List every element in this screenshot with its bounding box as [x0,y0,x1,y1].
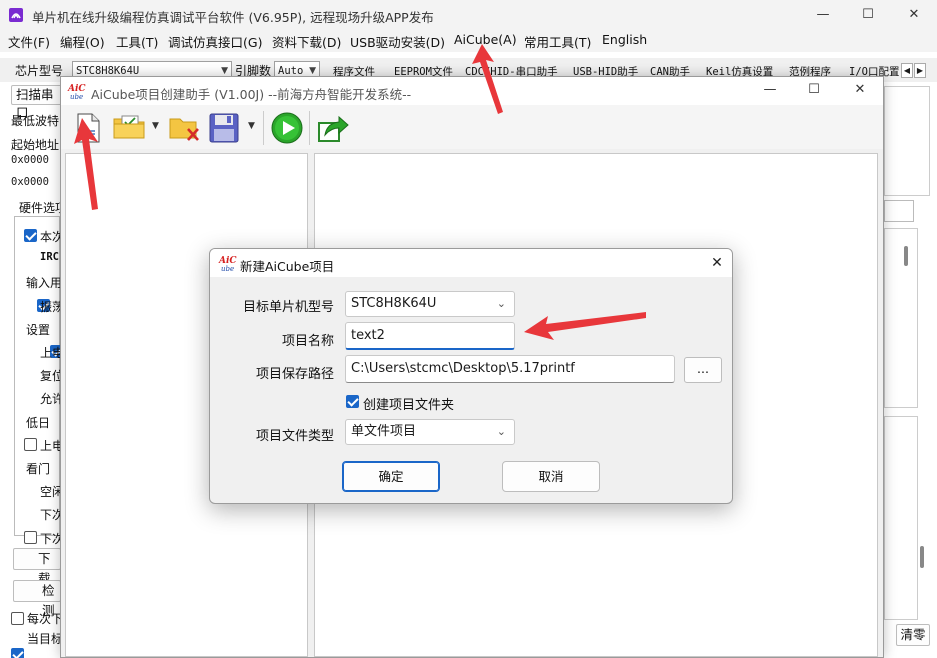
aicube-maximize-button[interactable]: ☐ [791,76,837,104]
save-icon[interactable] [209,113,239,143]
hardware-option-label: 设置 [26,323,51,337]
ok-label: 确定 [378,469,404,484]
toolbar-divider [263,111,264,145]
chevron-down-icon: ⌄ [496,297,506,310]
hardware-option-label: 低日 [26,416,51,430]
chip-model-label: 目标单片机型号 [242,300,334,315]
create-folder-checkbox[interactable] [346,395,359,408]
menu-debug-interface[interactable]: 调试仿真接口(G) [168,32,262,51]
dialog-titlebar: AiC ube 新建AiCube项目 ✕ [210,249,732,277]
dialog-close-button[interactable]: ✕ [702,251,732,275]
chevron-down-icon[interactable]: ▼ [248,121,255,131]
menu-usb-driver[interactable]: USB驱动安装(D) [350,32,445,51]
right-panel-log [884,228,918,408]
hardware-option-label: 输入用 [26,276,63,290]
tab-scroll-right-icon[interactable]: ▶ [914,63,926,78]
check-button[interactable]: 检测 [13,580,61,618]
tab-scroll-left-icon[interactable]: ◀ [901,63,913,78]
every-time-checkbox[interactable] [11,612,24,625]
scrollbar-thumb[interactable] [904,246,908,266]
annotation-arrow-aicube-menu [472,44,503,114]
maximize-button[interactable]: ☐ [845,0,891,30]
menu-bar: 文件(F) 编程(O) 工具(T) 调试仿真接口(G) 资料下载(D) USB驱… [0,30,937,52]
ok-button[interactable]: 确定 [342,461,440,492]
minimize-button[interactable]: — [800,0,846,30]
file-type-label: 项目文件类型 [255,429,334,444]
chevron-down-icon: ⌄ [496,425,506,438]
project-name-label: 项目名称 [281,334,334,349]
open-folder-icon[interactable] [113,114,147,140]
project-name-value: text2 [351,328,385,343]
file-type-value: 单文件项目 [351,424,417,439]
save-path-input[interactable]: C:\Users\stcmc\Desktop\5.17printf [345,355,675,383]
download-button[interactable]: 下载 [13,548,61,586]
browse-label: ... [697,361,709,376]
chip-model-select[interactable]: STC8H8K64U ⌄ [345,291,515,317]
right-panel-top [884,86,930,196]
menu-program[interactable]: 编程(O) [60,32,105,51]
menu-file[interactable]: 文件(F) [8,32,50,51]
clear-label: 清零 [900,627,926,642]
file-type-select[interactable]: 单文件项目 ⌄ [345,419,515,445]
cancel-label: 取消 [538,469,564,484]
right-panel-output [884,416,918,620]
menu-common-tools[interactable]: 常用工具(T) [524,32,591,51]
annotation-arrow-new-project [74,118,98,210]
svg-text:ube: ube [70,93,83,100]
start-address-value[interactable]: 0x0000 [11,154,49,166]
scrollbar-thumb[interactable] [920,546,924,568]
project-name-input[interactable]: text2 [345,322,515,350]
export-icon[interactable] [317,113,349,143]
browse-button[interactable]: ... [684,357,722,383]
app-logo-icon [9,8,23,22]
annotation-arrow-project-name [524,312,646,340]
close-project-icon[interactable] [169,114,201,142]
start-address-label: 起始地址 [11,138,60,152]
save-path-value: C:\Users\stcmc\Desktop\5.17printf [351,361,575,376]
hardware-option-checkbox[interactable] [24,438,37,451]
current-target-checkbox[interactable] [11,648,24,658]
hardware-option-checkbox[interactable] [24,229,37,242]
hardware-option-label: 看门 [26,462,51,476]
new-project-dialog: AiC ube 新建AiCube项目 ✕ 目标单片机型号 STC8H8K64U … [209,248,733,504]
scan-port-button[interactable]: 扫描串口 [11,85,63,120]
aicube-minimize-button[interactable]: — [747,76,793,104]
create-folder-label: 创建项目文件夹 [363,398,455,413]
right-panel-input[interactable] [884,200,914,222]
aicube-window-title: AiCube项目创建助手 (V1.00J) --前海方舟智能开发系统-- [91,87,412,102]
chip-model-value: STC8H8K64U [351,296,437,311]
every-time-label: 每次下 [27,612,64,626]
save-path-label: 项目保存路径 [255,367,334,382]
menu-english[interactable]: English [602,32,647,47]
dialog-title: 新建AiCube项目 [240,259,335,274]
end-address-value[interactable]: 0x0000 [11,176,49,188]
close-button[interactable]: ✕ [891,0,937,30]
hardware-option-label: IRC [40,251,59,263]
run-icon[interactable] [271,112,303,144]
menu-tools[interactable]: 工具(T) [116,32,158,51]
current-target-label: 当目标 [27,632,64,646]
main-window-title: 单片机在线升级编程仿真调试平台软件 (V6.95P), 远程现场升级APP发布 [32,10,434,25]
chevron-down-icon[interactable]: ▼ [152,121,159,131]
aicube-logo-icon: AiC ube [218,256,237,273]
min-baud-label: 最低波特 [11,114,60,128]
aicube-logo-icon: AiC ube [67,84,86,100]
main-titlebar: 单片机在线升级编程仿真调试平台软件 (V6.95P), 远程现场升级APP发布 … [0,0,937,30]
aicube-close-button[interactable]: ✕ [837,76,883,104]
menu-download[interactable]: 资料下载(D) [272,32,341,51]
toolbar-divider [309,111,310,145]
clear-button[interactable]: 清零 [896,624,930,646]
chip-type-label: 芯片型号 [15,64,64,78]
cancel-button[interactable]: 取消 [502,461,600,492]
svg-text:ube: ube [221,265,234,273]
hardware-option-checkbox[interactable] [24,531,37,544]
